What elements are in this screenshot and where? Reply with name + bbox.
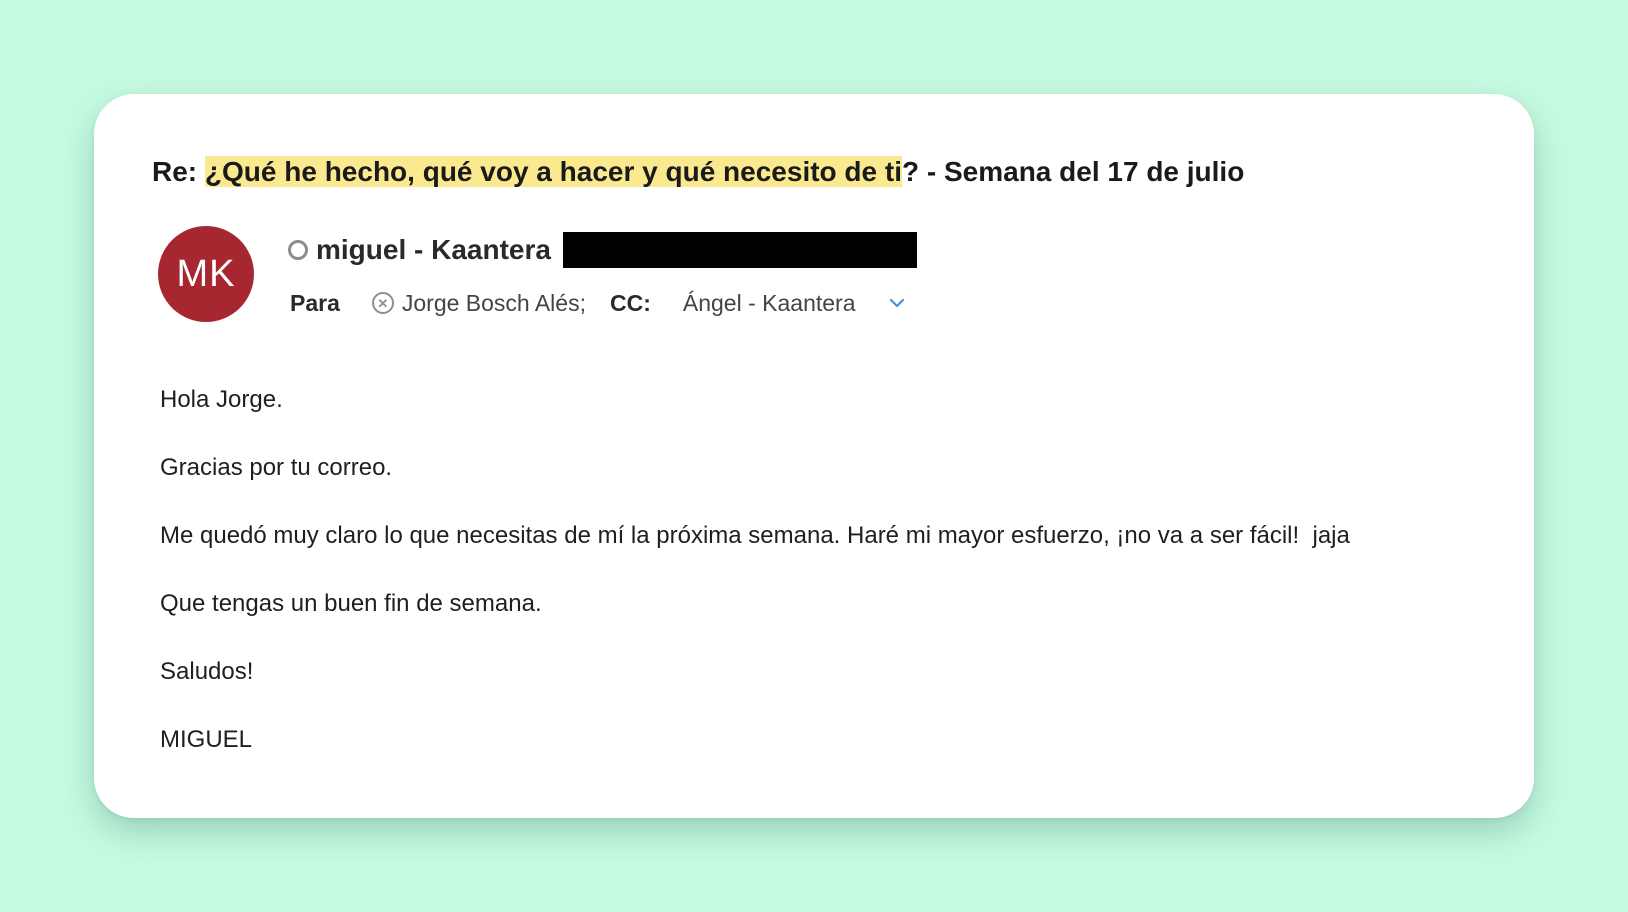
body-signature: MIGUEL — [160, 726, 253, 753]
recipients-row: Para ✕ Jorge Bosch Alés; CC: Ángel - Kaa… — [290, 286, 908, 320]
sender-row: miguel - Kaantera — [288, 230, 917, 270]
presence-circle-icon — [288, 240, 308, 260]
avatar-initials: MK — [176, 252, 236, 295]
cc-label: CC: — [609, 289, 651, 316]
subject-prefix: Re: — [152, 156, 205, 187]
avatar[interactable]: MK — [158, 226, 254, 322]
email-body: Hola Jorge. Gracias por tu correo. Me qu… — [160, 384, 1350, 792]
body-paragraph: Me quedó muy claro lo que necesitas de m… — [160, 522, 1350, 549]
chevron-down-icon[interactable] — [886, 292, 908, 314]
sender-name[interactable]: miguel - Kaantera — [316, 234, 551, 266]
body-paragraph: Gracias por tu correo. — [160, 454, 393, 481]
to-label: Para — [290, 289, 340, 316]
subject-suffix: ? - Semana del 17 de julio — [902, 156, 1245, 187]
body-closing: Saludos! — [160, 658, 254, 685]
email-subject: Re: ¿Qué he hecho, qué voy a hacer y qué… — [152, 152, 1244, 192]
subject-highlight: ¿Qué he hecho, qué voy a hacer y qué nec… — [204, 156, 902, 187]
email-card: Re: ¿Qué he hecho, qué voy a hacer y qué… — [94, 94, 1534, 818]
cc-recipient[interactable]: Ángel - Kaantera — [683, 290, 856, 317]
redacted-sender-email — [562, 232, 917, 268]
remove-recipient-icon[interactable]: ✕ — [371, 292, 394, 314]
body-greeting: Hola Jorge. — [160, 386, 283, 413]
body-paragraph: Que tengas un buen fin de semana. — [160, 590, 542, 617]
to-recipient[interactable]: Jorge Bosch Alés; — [402, 290, 586, 317]
